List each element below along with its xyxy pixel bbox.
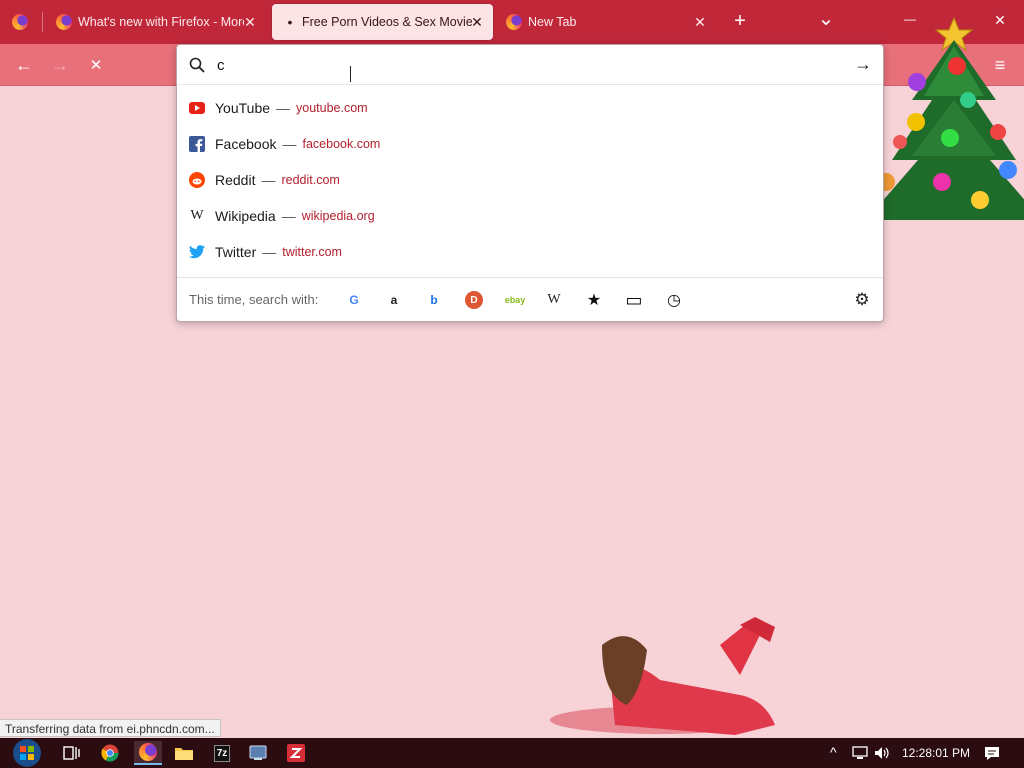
url-input[interactable] xyxy=(215,55,835,75)
tab-close-icon[interactable]: ✕ xyxy=(469,14,485,30)
sevenzip-icon[interactable]: 7z xyxy=(210,741,234,765)
tab-close-icon[interactable]: ✕ xyxy=(692,14,708,30)
urlbar: → xyxy=(177,45,883,85)
suggestion-dash: — xyxy=(262,244,277,260)
suggestion-title: Facebook xyxy=(215,136,277,152)
suggestion-url: facebook.com xyxy=(302,137,381,151)
search-with-label: This time, search with: xyxy=(189,292,319,307)
tab-label: Free Porn Videos & Sex Movies xyxy=(302,15,472,29)
tab-active[interactable]: • Free Porn Videos & Sex Movies ✕ xyxy=(272,4,493,40)
go-button[interactable]: → xyxy=(853,54,873,74)
suggestion-url: wikipedia.org xyxy=(301,209,375,223)
text-cursor-icon xyxy=(350,66,354,82)
bookmarks-icon[interactable]: ★ xyxy=(585,291,603,309)
clock[interactable]: 12:28:01 PM xyxy=(902,746,970,760)
action-center-icon[interactable] xyxy=(984,746,1000,761)
suggestion-facebook[interactable]: Facebook — facebook.com xyxy=(185,127,877,161)
youtube-icon xyxy=(189,100,205,116)
firefox-icon xyxy=(56,14,72,30)
history-icon[interactable]: ◷ xyxy=(665,291,683,309)
suggestion-title: Wikipedia xyxy=(215,208,276,224)
ebay-icon[interactable]: ebay xyxy=(503,291,527,309)
page-background-image xyxy=(550,617,775,735)
network-icon[interactable] xyxy=(852,746,868,760)
search-settings-gear-icon[interactable]: ⚙ xyxy=(853,290,871,309)
suggestion-dash: — xyxy=(261,172,276,188)
status-panel: Transferring data from ei.phncdn.com... xyxy=(0,719,221,737)
chrome-icon[interactable] xyxy=(98,741,122,765)
firefox-icon xyxy=(506,14,522,30)
sevenzip-label: 7z xyxy=(213,744,231,762)
tab-label: What's new with Firefox - More xyxy=(78,15,244,29)
suggestion-dash: — xyxy=(276,100,291,116)
taskbar: 7z ^ 12:28:01 PM xyxy=(0,738,1024,768)
tab-label: New Tab xyxy=(528,15,577,29)
suggestion-title: YouTube xyxy=(215,100,271,116)
reddit-icon xyxy=(189,172,205,188)
suggestion-title: Twitter xyxy=(215,244,257,260)
suggestion-twitter[interactable]: Twitter — twitter.com xyxy=(185,235,877,269)
tabs-icon[interactable]: ▭ xyxy=(625,290,643,310)
bing-icon[interactable]: b xyxy=(425,291,443,309)
search-with-bar: This time, search with: G a b D ebay W ★… xyxy=(177,277,883,321)
wikipedia-search-icon[interactable]: W xyxy=(545,291,563,309)
suggestion-url: youtube.com xyxy=(296,101,368,115)
suggestion-url: reddit.com xyxy=(281,173,340,187)
suggestion-wikipedia[interactable]: W Wikipedia — wikipedia.org xyxy=(185,199,877,233)
suggestion-dash: — xyxy=(281,208,296,224)
list-all-tabs-button[interactable]: ⌄ xyxy=(816,6,836,30)
new-tab-button[interactable]: + xyxy=(730,10,750,34)
stop-button[interactable]: ✕ xyxy=(84,53,108,77)
file-explorer-icon[interactable] xyxy=(172,741,196,765)
start-button[interactable] xyxy=(10,738,44,768)
duckduckgo-icon[interactable]: D xyxy=(465,291,483,309)
suggestion-reddit[interactable]: Reddit — reddit.com xyxy=(185,163,877,197)
back-button[interactable]: ← xyxy=(12,53,36,77)
google-icon[interactable]: G xyxy=(345,291,363,309)
suggestion-title: Reddit xyxy=(215,172,256,188)
twitter-icon xyxy=(189,244,205,260)
loading-dot-icon: • xyxy=(287,14,293,30)
wikipedia-icon: W xyxy=(190,208,204,223)
christmas-tree-decoration xyxy=(866,16,1024,220)
search-icon xyxy=(189,57,205,73)
firefox-taskbar-icon[interactable] xyxy=(134,741,162,765)
amazon-icon[interactable]: a xyxy=(385,291,403,309)
suggestion-dash: — xyxy=(282,136,297,152)
suggestion-youtube[interactable]: YouTube — youtube.com xyxy=(185,91,877,125)
urlbar-dropdown: → YouTube — youtube.com Facebook — faceb… xyxy=(176,44,884,322)
firefox-menu-icon[interactable] xyxy=(12,14,28,30)
tab-new-tab[interactable]: New Tab ✕ xyxy=(496,4,716,40)
app-red-icon[interactable] xyxy=(284,741,308,765)
suggestion-url: twitter.com xyxy=(282,245,342,259)
facebook-icon xyxy=(189,136,205,152)
forward-button[interactable]: → xyxy=(48,53,72,77)
tab-whats-new[interactable]: What's new with Firefox - More ✕ xyxy=(46,4,266,40)
tab-close-icon[interactable]: ✕ xyxy=(242,14,258,30)
volume-icon[interactable] xyxy=(874,746,890,760)
task-view-icon[interactable] xyxy=(60,741,84,765)
tray-chevron-up-icon[interactable]: ^ xyxy=(830,744,837,760)
app-icon[interactable] xyxy=(246,741,270,765)
